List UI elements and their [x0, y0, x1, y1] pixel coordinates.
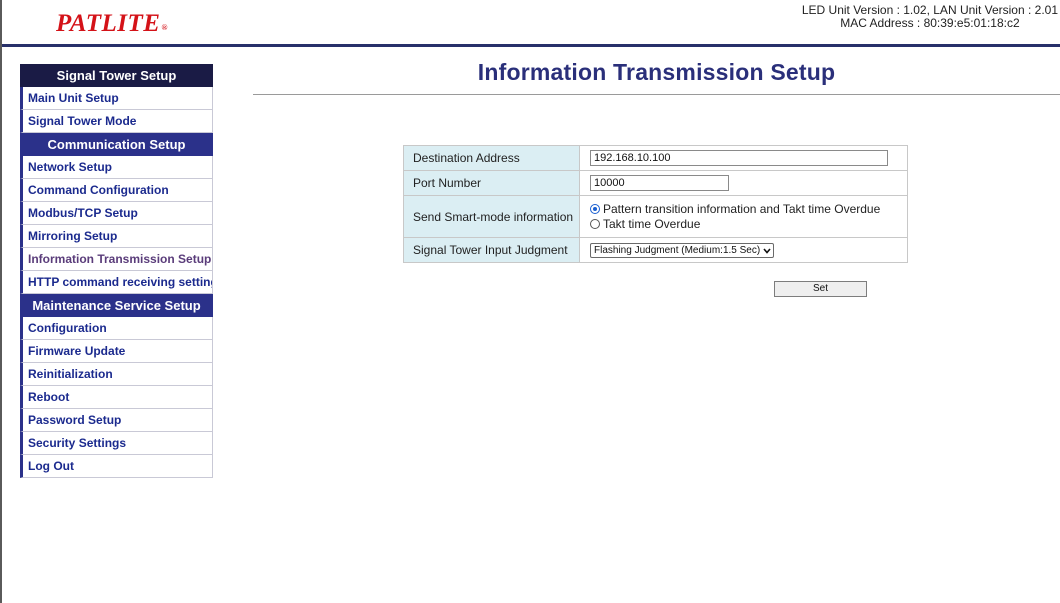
- input-judgment-label: Signal Tower Input Judgment: [403, 237, 580, 263]
- sidebar-item-modbus-tcp-setup[interactable]: Modbus/TCP Setup: [20, 202, 213, 225]
- form-row-port: Port Number 10000: [403, 170, 908, 196]
- smart-option-takt-time[interactable]: Takt time Overdue: [590, 217, 907, 232]
- port-number-label: Port Number: [403, 170, 580, 196]
- smart-option-2-label: Takt time Overdue: [603, 216, 701, 231]
- sidebar-item-main-unit-setup[interactable]: Main Unit Setup: [20, 87, 213, 110]
- chevron-down-icon: [763, 247, 771, 254]
- page-title: Information Transmission Setup: [477, 59, 836, 85]
- sidebar-item-http-command-receiving-settings[interactable]: HTTP command receiving settings: [20, 271, 213, 294]
- logo-text: PATLITE: [56, 10, 161, 37]
- section-signal-tower-setup: Signal Tower Setup: [20, 64, 213, 87]
- sidebar-item-configuration[interactable]: Configuration: [20, 317, 213, 340]
- sidebar-item-firmware-update[interactable]: Firmware Update: [20, 340, 213, 363]
- sidebar-item-log-out[interactable]: Log Out: [20, 455, 213, 478]
- smart-option-1-label: Pattern transition information and Takt …: [603, 201, 881, 216]
- form-row-destination: Destination Address 192.168.10.100: [403, 145, 908, 171]
- radio-button-checked[interactable]: [590, 204, 600, 214]
- window-left-edge: [0, 0, 2, 603]
- sidebar-item-password-setup[interactable]: Password Setup: [20, 409, 213, 432]
- destination-address-input[interactable]: 192.168.10.100: [590, 150, 888, 166]
- sidebar-item-security-settings[interactable]: Security Settings: [20, 432, 213, 455]
- input-judgment-value: Flashing Judgment (Medium:1.5 Sec): [594, 245, 761, 256]
- section-communication-setup: Communication Setup: [20, 133, 213, 156]
- version-info: LED Unit Version : 1.02, LAN Unit Versio…: [802, 4, 1058, 30]
- form-row-smart-mode: Send Smart-mode information Pattern tran…: [403, 195, 908, 238]
- radio-button-unchecked[interactable]: [590, 219, 600, 229]
- form-row-judgment: Signal Tower Input Judgment Flashing Jud…: [403, 237, 908, 263]
- port-number-input[interactable]: 10000: [590, 175, 729, 191]
- smart-mode-label: Send Smart-mode information: [403, 195, 580, 238]
- sidebar-item-information-transmission-setup[interactable]: Information Transmission Setup: [20, 248, 213, 271]
- smart-option-pattern-transition[interactable]: Pattern transition information and Takt …: [590, 202, 907, 217]
- destination-address-label: Destination Address: [403, 145, 580, 171]
- sidebar-item-signal-tower-mode[interactable]: Signal Tower Mode: [20, 110, 213, 133]
- sidebar-item-reinitialization[interactable]: Reinitialization: [20, 363, 213, 386]
- patlite-logo: PATLITE®: [56, 10, 168, 38]
- settings-form: Destination Address 192.168.10.100 Port …: [403, 145, 908, 263]
- header-divider: [2, 44, 1060, 47]
- sidebar: Signal Tower Setup Main Unit Setup Signa…: [20, 64, 213, 478]
- set-button[interactable]: Set: [774, 281, 867, 297]
- sidebar-item-mirroring-setup[interactable]: Mirroring Setup: [20, 225, 213, 248]
- sidebar-item-reboot[interactable]: Reboot: [20, 386, 213, 409]
- mac-address-line: MAC Address : 80:39:e5:01:18:c2: [840, 16, 1020, 30]
- sidebar-item-command-configuration[interactable]: Command Configuration: [20, 179, 213, 202]
- sidebar-item-network-setup[interactable]: Network Setup: [20, 156, 213, 179]
- input-judgment-select[interactable]: Flashing Judgment (Medium:1.5 Sec): [590, 243, 775, 258]
- section-maintenance-service-setup: Maintenance Service Setup: [20, 294, 213, 317]
- title-divider: [253, 94, 1060, 95]
- header: PATLITE® LED Unit Version : 1.02, LAN Un…: [0, 0, 1060, 47]
- logo-registered-mark: ®: [161, 23, 168, 32]
